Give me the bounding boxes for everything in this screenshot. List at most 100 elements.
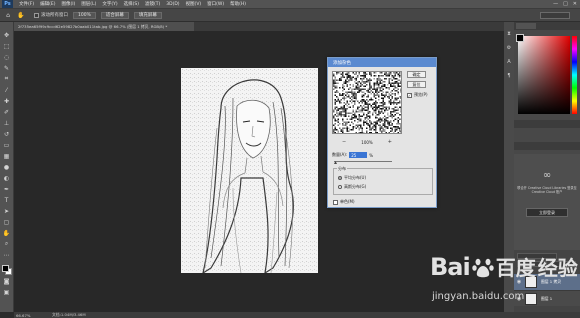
status-bar: 66.67% 文档:1.04M/3.46M [14, 312, 580, 318]
zoom-percentage: 100% [361, 139, 373, 145]
reset-button[interactable]: 复位 [407, 81, 426, 88]
workspace-select[interactable] [540, 12, 570, 19]
hand-tool-icon[interactable]: ✋ [2, 228, 11, 238]
color-picker-field[interactable] [518, 36, 570, 114]
foreground-color-swatch[interactable] [1, 265, 9, 272]
tools-panel: ✥ ⬚ ◌ ✎ ⌗ ⁄ ✚ ✐ ⊥ ↺ ▭ ▦ ● ◐ ✒ T ➤ ▢ ✋ ⌕ … [0, 22, 14, 312]
dialog-title[interactable]: 添加杂色 [328, 58, 436, 67]
marquee-tool-icon[interactable]: ⬚ [2, 41, 11, 51]
path-select-tool-icon[interactable]: ➤ [2, 206, 11, 216]
libraries-tab-row [514, 142, 580, 150]
window-controls: — □ ✕ [553, 1, 577, 7]
watermark-bai: Bai [430, 252, 471, 281]
lasso-tool-icon[interactable]: ◌ [2, 52, 11, 62]
noise-preview-pattern [333, 72, 401, 133]
color-panel-tab[interactable] [516, 23, 536, 29]
layer-name: 图层 1 [541, 295, 553, 301]
zoom-100-button[interactable]: 100% [73, 11, 96, 19]
color-swatches[interactable] [1, 264, 13, 276]
preview-zoom-controls: − 100% + [332, 139, 402, 145]
minimize-button[interactable]: — [553, 1, 558, 7]
menu-select[interactable]: 选择(S) [124, 1, 139, 7]
scroll-all-windows-label: 滚动所有窗口 [41, 13, 68, 18]
home-icon[interactable]: ⌂ [3, 11, 13, 20]
hand-tool-icon[interactable]: ✋ [16, 11, 26, 20]
healing-brush-tool-icon[interactable]: ✚ [2, 96, 11, 106]
close-button[interactable]: ✕ [573, 1, 577, 7]
move-tool-icon[interactable]: ✥ [2, 30, 11, 40]
document-tab[interactable]: 2f735ea65f99c9ccd62e59827b0aab011tab.jpg… [14, 22, 194, 31]
fit-screen-button[interactable]: 适合屏幕 [100, 11, 129, 19]
more-tools-icon[interactable]: ⋯ [2, 250, 11, 260]
quick-mask-icon[interactable]: ◙ [2, 276, 11, 286]
zoom-in-button[interactable]: + [388, 139, 392, 145]
status-zoom[interactable]: 66.67% [16, 313, 44, 318]
document-tab-bar: 2f735ea65f99c9ccd62e59827b0aab011tab.jpg… [14, 22, 504, 31]
ok-button[interactable]: 确定 [407, 71, 426, 78]
noise-preview[interactable] [332, 71, 402, 134]
distribution-label: 分布 [337, 166, 347, 172]
menu-edit[interactable]: 编辑(E) [40, 1, 55, 7]
status-doc-size[interactable]: 文档:1.04M/3.46M [52, 312, 86, 318]
menu-type[interactable]: 文字(Y) [102, 1, 117, 7]
type-tool-icon[interactable]: T [2, 195, 11, 205]
menu-image[interactable]: 图像(I) [61, 1, 75, 7]
zoom-out-button[interactable]: − [342, 139, 346, 145]
gaussian-radio[interactable] [338, 185, 342, 189]
menu-window[interactable]: 窗口(W) [207, 1, 224, 7]
amount-label: 数量(A): [332, 152, 348, 157]
watermark-suffix: 经验 [537, 256, 578, 280]
eyedropper-tool-icon[interactable]: ⁄ [2, 85, 11, 95]
panel-foreground-color[interactable] [516, 34, 524, 42]
layer-thumbnail [525, 292, 537, 305]
screen-mode-icon[interactable]: ▣ [2, 287, 11, 297]
shape-tool-icon[interactable]: ▢ [2, 217, 11, 227]
menu-filter[interactable]: 滤镜(T) [145, 1, 160, 7]
history-brush-tool-icon[interactable]: ↺ [2, 129, 11, 139]
menu-layer[interactable]: 图层(L) [81, 1, 96, 7]
uniform-radio[interactable] [338, 176, 342, 180]
uniform-option[interactable]: 平均分布(U) [338, 175, 366, 181]
amount-slider-track[interactable] [334, 161, 392, 162]
baidu-paw-icon [472, 258, 494, 277]
zoom-tool-icon[interactable]: ⌕ [2, 239, 11, 249]
options-bar: ⌂ ✋ 滚动所有窗口 100% 适合屏幕 填充屏幕 [0, 9, 580, 22]
gradient-tool-icon[interactable]: ▦ [2, 151, 11, 161]
paragraph-panel-icon[interactable]: ¶ [506, 72, 513, 80]
watermark-du: 百度 [495, 256, 536, 280]
brush-tool-icon[interactable]: ✐ [2, 107, 11, 117]
preview-checkbox[interactable]: ✓ [407, 92, 412, 98]
creative-cloud-icon: ∞ [542, 169, 552, 181]
scroll-all-windows-checkbox[interactable] [34, 12, 39, 18]
maximize-button[interactable]: □ [563, 1, 568, 7]
sign-in-button[interactable]: 立即登录 [526, 208, 568, 217]
amount-input[interactable]: 25 [349, 152, 368, 158]
quick-select-tool-icon[interactable]: ✎ [2, 63, 11, 73]
dodge-tool-icon[interactable]: ◐ [2, 173, 11, 183]
history-panel-icon[interactable]: ⧗ [506, 30, 513, 38]
fill-screen-button[interactable]: 填充屏幕 [133, 11, 162, 19]
properties-panel-icon[interactable]: ⚙ [506, 44, 513, 52]
menu-help[interactable]: 帮助(H) [230, 1, 246, 7]
menu-file[interactable]: 文件(F) [19, 1, 34, 7]
pencil-sketch-illustration [181, 68, 318, 273]
baidu-watermark: Bai 百度 经验 [430, 252, 578, 281]
eraser-tool-icon[interactable]: ▭ [2, 140, 11, 150]
gaussian-option[interactable]: 高斯分布(G) [338, 184, 366, 190]
pen-tool-icon[interactable]: ✒ [2, 184, 11, 194]
panel-tab-row [514, 120, 580, 128]
hue-slider[interactable] [572, 36, 577, 114]
monochrome-option[interactable]: 单色(M) [333, 199, 355, 205]
add-noise-dialog: 添加杂色 确定 复位 ✓ 预览(P) − 100% + 数量(A): 25 % … [327, 57, 437, 208]
crop-tool-icon[interactable]: ⌗ [2, 74, 11, 84]
character-panel-icon[interactable]: A [506, 58, 513, 66]
uniform-label: 平均分布(U) [344, 175, 367, 180]
clone-stamp-tool-icon[interactable]: ⊥ [2, 118, 11, 128]
menu-view[interactable]: 视图(V) [186, 1, 202, 7]
amount-unit: % [369, 152, 374, 158]
menu-3d[interactable]: 3D(D) [166, 2, 179, 7]
blur-tool-icon[interactable]: ● [2, 162, 11, 172]
sketch-portrait-image[interactable] [181, 68, 318, 273]
monochrome-checkbox[interactable] [333, 199, 338, 205]
preview-toggle[interactable]: ✓ 预览(P) [407, 92, 428, 98]
